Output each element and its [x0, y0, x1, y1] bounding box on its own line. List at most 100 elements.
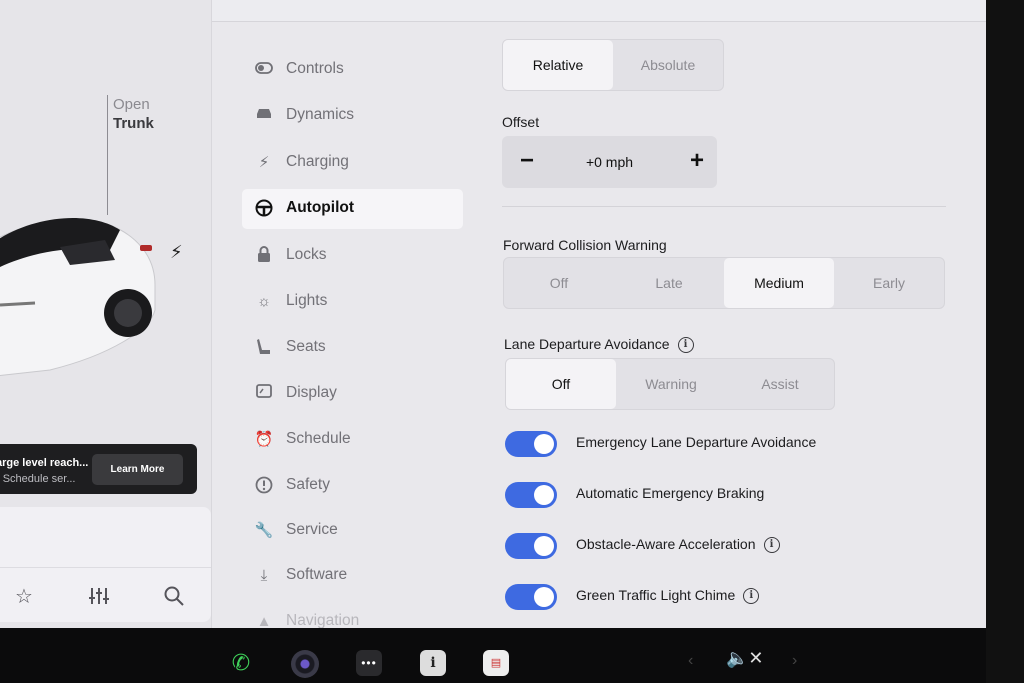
lda-option-off[interactable]: Off	[506, 359, 616, 409]
volume-left-chevron-icon[interactable]: ‹	[688, 652, 693, 670]
trunk-label: Trunk	[113, 115, 154, 132]
nav-item-controls[interactable]: Controls	[242, 50, 463, 90]
more-icon[interactable]: •••	[356, 650, 382, 676]
nav-label: Dynamics	[286, 106, 355, 123]
star-icon[interactable]: ☆	[12, 585, 36, 609]
speed-limit-mode-selector: Relative Absolute	[502, 39, 724, 91]
lane-departure-avoidance-selector: Off Warning Assist	[505, 358, 835, 410]
touchscreen: Open Trunk ⚡ arge level reach... - Sched…	[0, 0, 986, 628]
info-icon[interactable]: i	[677, 337, 694, 354]
nav-item-software[interactable]: ⤓ Software	[242, 556, 463, 596]
section-divider	[502, 206, 946, 207]
toggle-label: Obstacle-Aware Acceleration i	[576, 536, 780, 554]
toggle-label: Emergency Lane Departure Avoidance	[576, 434, 817, 450]
notification-banner[interactable]: arge level reach... - Schedule ser... Le…	[0, 444, 197, 494]
nav-label: Navigation	[286, 612, 360, 628]
nav-label: Display	[286, 384, 337, 401]
search-icon[interactable]	[162, 585, 186, 609]
nav-item-seats[interactable]: Seats	[242, 328, 463, 368]
toggle-label-text: Green Traffic Light Chime	[576, 587, 736, 603]
phone-icon[interactable]: ✆	[228, 650, 254, 676]
media-player-card: ☆	[0, 507, 211, 622]
obstacle-aware-acceleration-toggle[interactable]	[505, 533, 557, 559]
taskbar: ✆ ••• i ▤ ‹ 🔈✕ ›	[0, 628, 986, 683]
car-image	[0, 218, 156, 377]
notification-subtitle: - Schedule ser...	[0, 473, 76, 485]
top-status-strip	[212, 0, 986, 22]
trunk-pointer-line	[107, 95, 108, 215]
speed-mode-relative[interactable]: Relative	[503, 40, 613, 90]
equalizer-icon[interactable]	[87, 585, 111, 609]
fcw-option-late[interactable]: Late	[614, 258, 724, 308]
light-icon: ☼	[257, 293, 271, 310]
nav-label: Service	[286, 521, 338, 538]
trunk-status: Open	[113, 96, 150, 113]
offset-value: +0 mph	[585, 154, 634, 170]
trunk-button[interactable]: Open Trunk	[113, 95, 154, 133]
nav-label: Lights	[286, 292, 328, 309]
autopilot-settings: Relative Absolute Offset − +0 mph + Forw…	[480, 22, 986, 628]
lane-departure-avoidance-label: Lane Departure Avoidance	[504, 336, 670, 352]
green-traffic-light-chime-toggle[interactable]	[505, 584, 557, 610]
nav-item-locks[interactable]: Locks	[242, 236, 463, 276]
nav-item-schedule[interactable]: ⏰ Schedule	[242, 420, 463, 460]
offset-decrease-button[interactable]: −	[512, 136, 542, 188]
notification-title: arge level reach...	[0, 457, 88, 469]
automatic-emergency-braking-toggle[interactable]	[505, 482, 557, 508]
bolt-icon: ⚡	[258, 154, 270, 171]
nav-item-autopilot[interactable]: Autopilot	[242, 189, 463, 229]
speed-mode-absolute[interactable]: Absolute	[613, 40, 723, 90]
nav-label: Charging	[286, 153, 349, 170]
fcw-option-early[interactable]: Early	[834, 258, 944, 308]
volume-muted-icon[interactable]: 🔈✕	[726, 648, 764, 669]
nav-item-lights[interactable]: ☼ Lights	[242, 282, 463, 322]
nav-label: Autopilot	[286, 199, 355, 216]
seat-icon	[254, 338, 274, 358]
info-icon[interactable]: i	[763, 537, 780, 554]
lda-option-warning[interactable]: Warning	[616, 359, 726, 409]
nav-label: Locks	[286, 246, 327, 263]
charge-port-bolt-icon[interactable]: ⚡	[170, 242, 183, 263]
emergency-lane-departure-toggle[interactable]	[505, 431, 557, 457]
volume-right-chevron-icon[interactable]: ›	[792, 652, 797, 670]
display-icon	[254, 384, 274, 404]
alarm-icon: ⏰	[254, 431, 274, 448]
lda-option-assist[interactable]: Assist	[726, 359, 834, 409]
navigation-icon: ▲	[256, 613, 272, 628]
camera-icon[interactable]	[291, 650, 319, 678]
fcw-option-medium[interactable]: Medium	[724, 258, 834, 308]
lane-departure-avoidance-header: Lane Departure Avoidance i	[504, 336, 694, 354]
nav-item-navigation[interactable]: ▲ Navigation	[242, 602, 463, 628]
nav-item-safety[interactable]: Safety	[242, 466, 463, 506]
learn-more-button[interactable]: Learn More	[92, 454, 183, 485]
toggle-label: Green Traffic Light Chime i	[576, 587, 760, 605]
nav-label: Schedule	[286, 430, 351, 447]
wrench-icon: 🔧	[254, 522, 274, 539]
nav-label: Controls	[286, 60, 344, 77]
offset-stepper: − +0 mph +	[502, 136, 717, 188]
offset-label: Offset	[502, 114, 540, 130]
info-app-icon[interactable]: i	[420, 650, 446, 676]
offset-increase-button[interactable]: +	[682, 136, 712, 188]
nav-label: Safety	[286, 476, 330, 493]
alert-icon	[254, 476, 274, 496]
settings-nav: Controls Dynamics ⚡ Charging Autopilot L…	[212, 22, 480, 628]
nav-item-service[interactable]: 🔧 Service	[242, 511, 463, 551]
nav-item-charging[interactable]: ⚡ Charging	[242, 143, 463, 183]
nav-item-dynamics[interactable]: Dynamics	[242, 96, 463, 136]
forward-collision-warning-label: Forward Collision Warning	[503, 237, 667, 253]
lock-icon	[254, 246, 274, 266]
toggle-icon	[254, 60, 274, 80]
steering-wheel-icon	[254, 199, 274, 219]
car-panel: Open Trunk ⚡ arge level reach... - Sched…	[0, 0, 212, 628]
screen-bezel	[986, 0, 1024, 683]
nav-item-display[interactable]: Display	[242, 374, 463, 414]
fcw-option-off[interactable]: Off	[504, 258, 614, 308]
calendar-icon[interactable]: ▤	[483, 650, 509, 676]
nav-label: Software	[286, 566, 348, 583]
info-icon[interactable]: i	[743, 588, 760, 605]
nav-label: Seats	[286, 338, 326, 355]
toggle-label: Automatic Emergency Braking	[576, 485, 765, 501]
download-icon: ⤓	[260, 567, 268, 584]
car-icon	[254, 106, 274, 126]
